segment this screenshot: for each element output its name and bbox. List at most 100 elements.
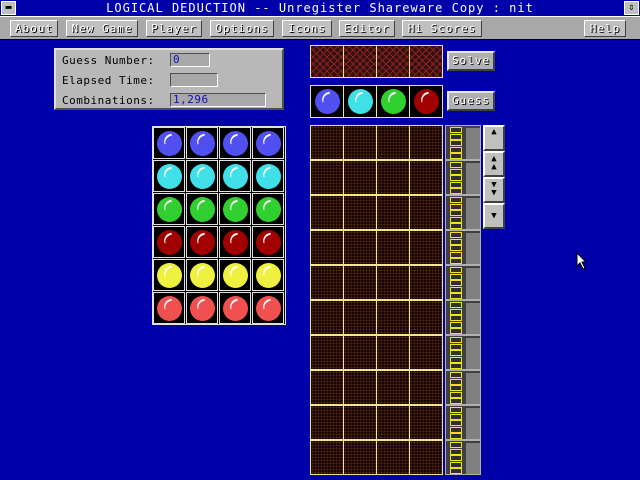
board-cell (310, 440, 344, 475)
menu-editor[interactable]: Editor (339, 20, 395, 37)
green-peg-icon (256, 197, 281, 222)
palette-cell-green[interactable] (252, 193, 284, 225)
score-peg (450, 420, 462, 426)
score-box (445, 230, 481, 265)
score-peg (450, 146, 462, 153)
menu-icons[interactable]: Icons (282, 20, 332, 37)
board-cell (343, 370, 377, 405)
mouse-cursor-icon (576, 252, 588, 270)
menu-help[interactable]: Help (584, 20, 626, 37)
board-cell (409, 335, 443, 370)
score-peg (450, 273, 462, 280)
palette-cell-light-red[interactable] (219, 292, 251, 324)
palette-cell-dark-red[interactable] (153, 226, 185, 258)
restore-button[interactable]: ⇕ (624, 1, 639, 15)
green-peg-icon (381, 89, 406, 114)
scroll-bottom-button[interactable]: ▼ (483, 203, 505, 229)
board-cell (310, 370, 344, 405)
palette-cell-cyan[interactable] (252, 160, 284, 192)
board-cell (376, 230, 410, 265)
palette-cell-yellow[interactable] (153, 259, 185, 291)
board-cell (310, 230, 344, 265)
board-cell (310, 125, 344, 160)
hidden-code-cell (310, 45, 344, 78)
scroll-top-button[interactable]: ▲ (483, 125, 505, 151)
palette-cell-green[interactable] (153, 193, 185, 225)
score-divider (466, 163, 480, 194)
score-peg (450, 210, 462, 216)
guess-slot[interactable] (310, 85, 344, 118)
arrow-up-icon: ▲ (491, 127, 497, 137)
board-cell (310, 335, 344, 370)
palette-cell-blue[interactable] (252, 127, 284, 159)
menu-new-game[interactable]: New Game (66, 20, 138, 37)
scroll-page-up-button[interactable]: ▲▲ (483, 151, 505, 177)
board-cell (409, 370, 443, 405)
score-peg (450, 378, 462, 385)
palette-cell-blue[interactable] (219, 127, 251, 159)
guess-slot[interactable] (343, 85, 377, 118)
palette-cell-cyan[interactable] (186, 160, 218, 192)
palette-cell-dark-red[interactable] (186, 226, 218, 258)
score-peg (450, 127, 462, 133)
palette-cell-yellow[interactable] (252, 259, 284, 291)
yellow-peg-icon (190, 263, 215, 288)
palette-cell-dark-red[interactable] (219, 226, 251, 258)
score-peg (450, 372, 462, 378)
scroll-page-down-button[interactable]: ▼▼ (483, 177, 505, 203)
score-peg (450, 153, 462, 159)
menu-about[interactable]: About (10, 20, 58, 37)
score-peg (450, 203, 462, 210)
palette-cell-yellow[interactable] (186, 259, 218, 291)
score-peg (450, 328, 462, 334)
guess-number-value: 0 (170, 53, 210, 67)
score-peg (450, 391, 462, 398)
board-cell (343, 125, 377, 160)
score-divider (466, 233, 480, 264)
palette-cell-cyan[interactable] (219, 160, 251, 192)
menu-player[interactable]: Player (146, 20, 202, 37)
score-box (445, 195, 481, 230)
guess-slot[interactable] (376, 85, 410, 118)
score-box (445, 125, 481, 160)
menu-hi-scores[interactable]: Hi Scores (402, 20, 482, 37)
solve-button[interactable]: Solve (447, 51, 495, 71)
score-peg (450, 413, 462, 420)
score-peg (450, 197, 462, 203)
board-cell (409, 440, 443, 475)
palette-cell-green[interactable] (186, 193, 218, 225)
light-red-peg-icon (157, 296, 182, 321)
palette-cell-dark-red[interactable] (252, 226, 284, 258)
score-peg (450, 251, 462, 258)
palette-cell-yellow[interactable] (219, 259, 251, 291)
light-red-peg-icon (190, 296, 215, 321)
score-peg (450, 162, 462, 168)
green-peg-icon (190, 197, 215, 222)
palette-cell-light-red[interactable] (153, 292, 185, 324)
score-divider (466, 338, 480, 369)
cyan-peg-icon (190, 164, 215, 189)
score-peg (450, 433, 462, 439)
palette-cell-blue[interactable] (153, 127, 185, 159)
board-cell (376, 335, 410, 370)
score-peg (450, 302, 462, 308)
score-peg (450, 286, 462, 293)
guess-button[interactable]: Guess (447, 91, 495, 111)
palette-cell-cyan[interactable] (153, 160, 185, 192)
cyan-peg-icon (348, 89, 373, 114)
palette-cell-light-red[interactable] (186, 292, 218, 324)
palette-cell-green[interactable] (219, 193, 251, 225)
cyan-peg-icon (256, 164, 281, 189)
score-peg (450, 308, 462, 315)
score-divider (466, 198, 480, 229)
score-box (445, 160, 481, 195)
menu-options[interactable]: Options (210, 20, 274, 37)
palette-cell-blue[interactable] (186, 127, 218, 159)
board-cell (376, 160, 410, 195)
board-cell (376, 370, 410, 405)
elapsed-time-value (170, 73, 218, 87)
guess-slot[interactable] (409, 85, 443, 118)
score-peg (450, 223, 462, 229)
palette-cell-light-red[interactable] (252, 292, 284, 324)
dark-red-peg-icon (256, 230, 281, 255)
